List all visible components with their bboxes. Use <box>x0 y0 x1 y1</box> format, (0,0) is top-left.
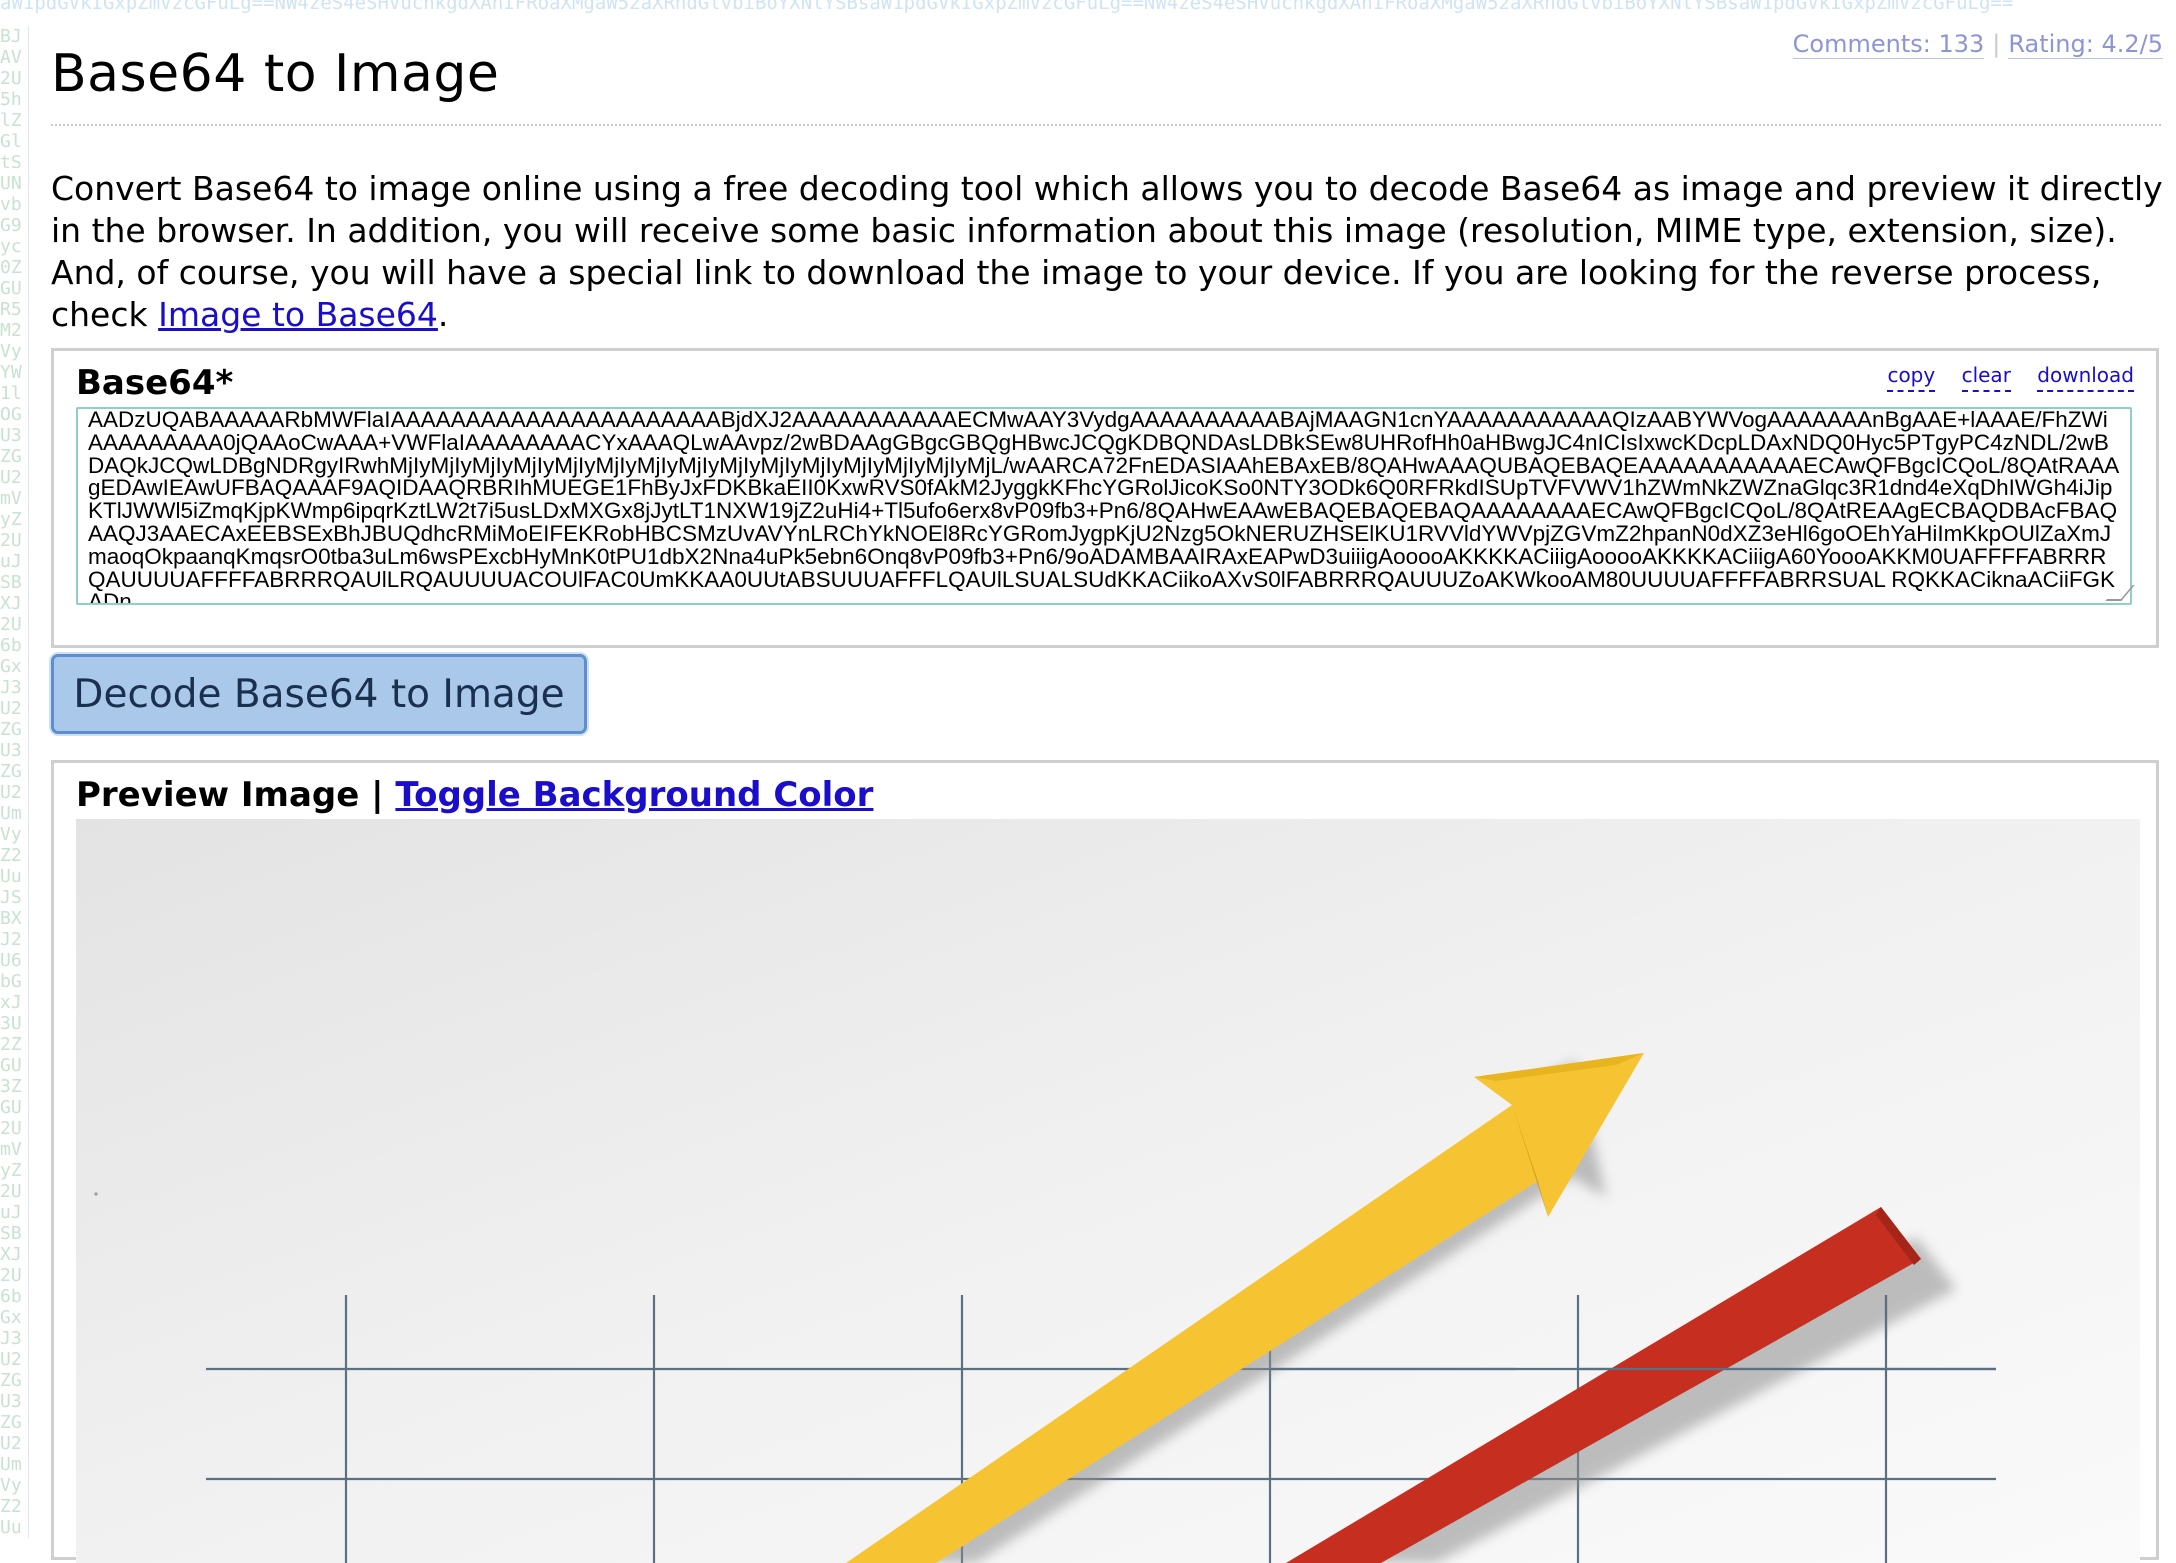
rating-link[interactable]: Rating: 4.2/5 <box>2008 30 2163 59</box>
title-divider <box>51 124 2161 126</box>
comments-link[interactable]: Comments: 133 <box>1792 30 1985 59</box>
page-title: Base64 to Image <box>51 44 500 104</box>
meta-links: Comments: 133 | Rating: 4.2/5 <box>1792 30 2163 59</box>
intro-paragraph: Convert Base64 to image online using a f… <box>51 168 2171 336</box>
preview-header: Preview Image | Toggle Background Color <box>76 775 873 815</box>
decoded-image-illustration <box>76 819 2140 1563</box>
image-to-base64-link[interactable]: Image to Base64 <box>158 295 438 334</box>
base64-input-panel: Base64* copy clear download AADzUQABAAAA… <box>51 348 2159 648</box>
decode-button[interactable]: Decode Base64 to Image <box>51 654 587 734</box>
copy-link[interactable]: copy <box>1887 363 1936 392</box>
intro-end: . <box>437 295 449 334</box>
toggle-background-link[interactable]: Toggle Background Color <box>395 775 873 815</box>
base64-label: Base64* <box>76 363 234 403</box>
decorative-base64-strip-top: aW1pdGVkIGxpZmVzcGFuLg==NW4zeS4eSHVucnkg… <box>0 0 2014 14</box>
preview-image-label: Preview Image <box>76 775 360 815</box>
download-link[interactable]: download <box>2037 363 2134 392</box>
preview-image <box>76 819 2140 1563</box>
preview-separator: | <box>371 775 384 815</box>
clear-link[interactable]: clear <box>1961 363 2011 392</box>
base64-textarea[interactable]: AADzUQABAAAAARbMWFlaIAAAAAAAAAAAAAAAAAAA… <box>76 407 2132 605</box>
preview-panel: Preview Image | Toggle Background Color <box>51 760 2159 1563</box>
main-content: Comments: 133 | Rating: 4.2/5 Base64 to Im… <box>28 26 2176 1563</box>
input-tools: copy clear download <box>1867 363 2134 392</box>
decorative-base64-strip-left: BJAV2U5hlZGltSUNvbG9yc0ZGUR5M2VyYW1lOGU3… <box>0 26 22 1538</box>
meta-separator: | <box>1992 30 2001 58</box>
